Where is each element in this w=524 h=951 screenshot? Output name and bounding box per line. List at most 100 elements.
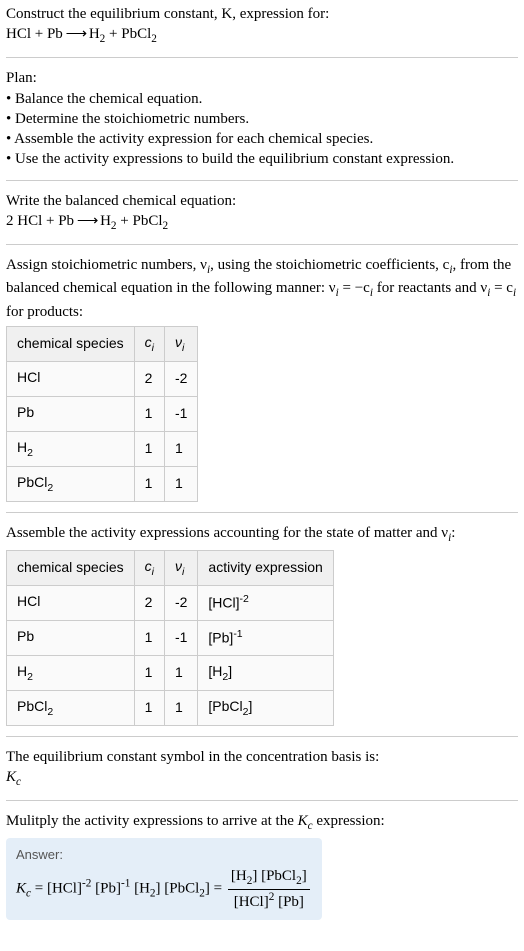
sup: -2 bbox=[82, 877, 91, 889]
plan-title: Plan: bbox=[6, 68, 518, 88]
col-activity: activity expression bbox=[198, 550, 333, 585]
cell-species: PbCl2 bbox=[7, 466, 135, 501]
plan-block: Plan: • Balance the chemical equation. •… bbox=[6, 68, 518, 169]
cell-species: H2 bbox=[7, 655, 135, 690]
prompt-line: Construct the equilibrium constant, K, e… bbox=[6, 4, 518, 47]
prompt-eq-left: HCl + Pb bbox=[6, 26, 63, 42]
cell-v: 1 bbox=[164, 466, 197, 501]
assign-block: Assign stoichiometric numbers, νi, using… bbox=[6, 255, 518, 322]
balanced-left: 2 HCl + Pb bbox=[6, 213, 74, 229]
cell-activity: [HCl]-2 bbox=[198, 585, 333, 620]
sub: 2 bbox=[163, 220, 169, 232]
cell-species: PbCl2 bbox=[7, 690, 135, 725]
table-row: H2 1 1 [H2] bbox=[7, 655, 334, 690]
col-vi: νi bbox=[164, 326, 197, 361]
eq-text: ] = bbox=[205, 880, 226, 896]
kc-symbol: K bbox=[6, 769, 16, 785]
assign-text: , using the stoichiometric coefficients,… bbox=[210, 257, 449, 273]
assemble-block: Assemble the activity expressions accoun… bbox=[6, 523, 518, 546]
cell-c: 2 bbox=[134, 585, 164, 620]
divider bbox=[6, 180, 518, 181]
balanced-mid: + PbCl bbox=[117, 213, 163, 229]
table-row: H2 1 1 bbox=[7, 431, 198, 466]
concbasis-text: The equilibrium constant symbol in the c… bbox=[6, 747, 518, 767]
cell-v: 1 bbox=[164, 655, 197, 690]
eq-text: [H bbox=[130, 880, 150, 896]
multiply-block: Mulitply the activity expressions to arr… bbox=[6, 811, 518, 834]
cell-activity: [Pb]-1 bbox=[198, 620, 333, 655]
assign-text: for products: bbox=[6, 304, 83, 320]
col-species: chemical species bbox=[7, 326, 135, 361]
cell-v: -1 bbox=[164, 620, 197, 655]
cell-v: -2 bbox=[164, 361, 197, 396]
cell-activity: [PbCl2] bbox=[198, 690, 333, 725]
divider bbox=[6, 57, 518, 58]
table-header-row: chemical species ci νi activity expressi… bbox=[7, 550, 334, 585]
answer-label: Answer: bbox=[16, 846, 312, 864]
table-row: Pb 1 -1 [Pb]-1 bbox=[7, 620, 334, 655]
cell-v: 1 bbox=[164, 690, 197, 725]
fraction: [H2] [PbCl2] [HCl]2 [Pb] bbox=[228, 866, 310, 912]
divider bbox=[6, 512, 518, 513]
arrow-icon: ⟶ bbox=[63, 26, 89, 42]
col-ci: ci bbox=[134, 550, 164, 585]
cell-c: 1 bbox=[134, 431, 164, 466]
table-row: Pb 1 -1 bbox=[7, 396, 198, 431]
answer-expression: Kc = [HCl]-2 [Pb]-1 [H2] [PbCl2] = [H2] … bbox=[16, 866, 312, 912]
assemble-text: Assemble the activity expressions accoun… bbox=[6, 525, 448, 541]
assign-text: Assign stoichiometric numbers, ν bbox=[6, 257, 207, 273]
divider bbox=[6, 736, 518, 737]
assemble-text: : bbox=[451, 525, 455, 541]
balanced-title: Write the balanced chemical equation: bbox=[6, 191, 518, 211]
stoich-table: chemical species ci νi HCl 2 -2 Pb 1 -1 … bbox=[6, 326, 198, 502]
cell-c: 2 bbox=[134, 361, 164, 396]
answer-box: Answer: Kc = [HCl]-2 [Pb]-1 [H2] [PbCl2]… bbox=[6, 838, 322, 920]
eq-text: ] [PbCl bbox=[156, 880, 200, 896]
cell-species: HCl bbox=[7, 585, 135, 620]
plan-item: • Use the activity expressions to build … bbox=[6, 149, 518, 169]
table-row: PbCl2 1 1 bbox=[7, 466, 198, 501]
cell-c: 1 bbox=[134, 620, 164, 655]
eq-text: [Pb] bbox=[91, 880, 121, 896]
col-species: chemical species bbox=[7, 550, 135, 585]
cell-activity: [H2] bbox=[198, 655, 333, 690]
multiply-text: Mulitply the activity expressions to arr… bbox=[6, 813, 298, 829]
cell-species: Pb bbox=[7, 620, 135, 655]
divider bbox=[6, 800, 518, 801]
cell-c: 1 bbox=[134, 690, 164, 725]
kc-symbol: K bbox=[16, 880, 26, 896]
cell-species: HCl bbox=[7, 361, 135, 396]
table-row: HCl 2 -2 bbox=[7, 361, 198, 396]
assign-text: for reactants and ν bbox=[373, 280, 487, 296]
table-row: HCl 2 -2 [HCl]-2 bbox=[7, 585, 334, 620]
kc-sub: c bbox=[16, 776, 21, 788]
multiply-text: expression: bbox=[313, 813, 385, 829]
prompt-text: Construct the equilibrium constant, K, e… bbox=[6, 6, 329, 22]
cell-species: H2 bbox=[7, 431, 135, 466]
assign-text: = c bbox=[490, 280, 513, 296]
prompt-eq-h: H bbox=[89, 26, 100, 42]
cell-v: -1 bbox=[164, 396, 197, 431]
assign-text: = −c bbox=[339, 280, 370, 296]
sup: -1 bbox=[121, 877, 130, 889]
divider bbox=[6, 244, 518, 245]
concbasis-block: The equilibrium constant symbol in the c… bbox=[6, 747, 518, 790]
table-header-row: chemical species ci νi bbox=[7, 326, 198, 361]
plan-item: • Assemble the activity expression for e… bbox=[6, 129, 518, 149]
balanced-h: H bbox=[100, 213, 111, 229]
plan-item: • Balance the chemical equation. bbox=[6, 89, 518, 109]
fraction-numerator: [H2] [PbCl2] bbox=[228, 866, 310, 890]
table-row: PbCl2 1 1 [PbCl2] bbox=[7, 690, 334, 725]
arrow-icon: ⟶ bbox=[74, 213, 100, 229]
plan-item: • Determine the stoichiometric numbers. bbox=[6, 109, 518, 129]
balanced-block: Write the balanced chemical equation: 2 … bbox=[6, 191, 518, 234]
fraction-denominator: [HCl]2 [Pb] bbox=[228, 890, 310, 912]
cell-species: Pb bbox=[7, 396, 135, 431]
eq-text: = [HCl] bbox=[31, 880, 82, 896]
activity-table: chemical species ci νi activity expressi… bbox=[6, 550, 334, 726]
cell-v: -2 bbox=[164, 585, 197, 620]
sub-2: 2 bbox=[151, 33, 157, 45]
cell-v: 1 bbox=[164, 431, 197, 466]
prompt-eq-pbcl: + PbCl bbox=[105, 26, 151, 42]
cell-c: 1 bbox=[134, 466, 164, 501]
